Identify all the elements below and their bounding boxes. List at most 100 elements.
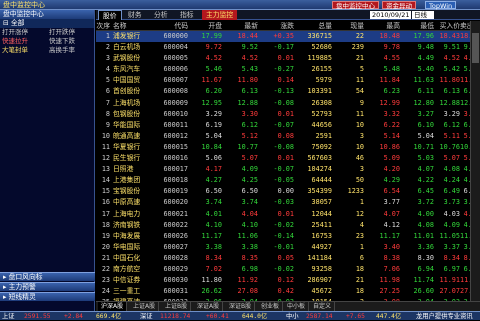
table-cell: 0.42	[277, 287, 294, 296]
table-cell: 18	[355, 287, 364, 296]
table-row[interactable]: 5 中国国贸 600007 11.67 11.80 0.14 5979 11 11.84 11.6…	[96, 75, 480, 86]
column-header[interactable]: 次序	[96, 21, 110, 31]
table-cell: 白云机场	[113, 43, 141, 52]
sidebar-panel-alert[interactable]: ▸ 主力预警	[0, 282, 95, 291]
table-cell: 45672	[311, 287, 332, 296]
table-row[interactable]: 4 东风汽车 600006 5.46 5.43 -0.27 26155 5 5.48 5.40 5.…	[96, 64, 480, 75]
table-row[interactable]: 24 三一重工 600031 26.62 27.08 0.42 45672 18 27.25 26…	[96, 286, 480, 297]
table-cell: 354399	[307, 187, 332, 196]
table-row[interactable]: 11 华夏银行 600015 10.84 10.77 -0.08 75092 10 10.86 1…	[96, 142, 480, 153]
table-row[interactable]: 20 华电国际 600027 3.38 3.38 -0.01 44927 1 3.40 3.36 3…	[96, 242, 480, 253]
table-cell: 5.11	[443, 131, 460, 140]
table-row[interactable]: 18 济南钢铁 600022 4.10 4.10 -0.02 25411 4 4.12 4.08 4…	[96, 220, 480, 231]
sidebar-filter-item[interactable]: 快速下跌	[47, 37, 94, 46]
table-row[interactable]: 9 华能国际 600011 6.19 6.12 -0.07 44656 10 6.22 6.10 6…	[96, 120, 480, 131]
tab-analysis[interactable]: 分析	[150, 10, 172, 20]
column-header[interactable]: 最高	[366, 21, 400, 31]
table-row[interactable]: 13 日照港 600017 4.17 4.09 -0.07 104274 3 4.20 4.07 4…	[96, 164, 480, 175]
tab-price[interactable]: 股价	[98, 10, 122, 20]
table-cell: 中信证券	[113, 276, 141, 285]
table-row[interactable]: 21 中国石化 600028 8.34 8.35 0.05 141184 6 8.38 8.30 8…	[96, 253, 480, 264]
table-cell: 54	[355, 87, 364, 96]
column-header[interactable]: 总量	[296, 21, 332, 31]
table-cell: 600009	[163, 98, 188, 107]
table-cell: 11.01	[413, 231, 434, 240]
sidebar-filter-item[interactable]: 快速拉升	[0, 37, 47, 46]
table-cell: 18.48	[379, 32, 400, 40]
table-cell: 6.97	[443, 264, 460, 273]
column-header[interactable]: 最新	[226, 21, 258, 31]
table-cell: 3.36	[417, 242, 434, 251]
sidebar-panel-short[interactable]: ▸ 短线精灵	[0, 292, 95, 301]
table-cell: -0.07	[273, 120, 294, 129]
table-row[interactable]: 2 白云机场 600004 9.72 9.52 -0.17 52686 239 9.78 9.48…	[96, 42, 480, 53]
table-cell: 10	[355, 142, 364, 151]
column-header[interactable]: 开盘	[190, 21, 222, 31]
column-header[interactable]: 现量	[334, 21, 364, 31]
table-cell: 11.05	[439, 231, 460, 240]
table-cell: 52686	[311, 43, 332, 52]
table-cell: 11.74	[413, 276, 434, 285]
table-cell: 600031	[163, 287, 188, 296]
table-cell: 4.03	[443, 209, 460, 218]
table-row[interactable]: 10 皖通高速 600012 5.04 5.12 0.08 2591 3 5.14 5.04 5.1…	[96, 131, 480, 142]
table-cell: 44656	[311, 120, 332, 129]
table-cell: 日照港	[113, 165, 134, 174]
table-cell: 600021	[163, 209, 188, 218]
table-cell: 336715	[307, 32, 332, 40]
column-header[interactable]: 代码	[160, 21, 188, 31]
table-row[interactable]: 12 民生银行 600016 5.06 5.07 0.01 567603 46 5.09 5.03…	[96, 153, 480, 164]
scroll-thumb[interactable]	[472, 33, 479, 63]
table-cell: 9	[359, 98, 364, 107]
table-cell: 17.96	[413, 32, 434, 40]
column-header[interactable]: 买入价	[432, 21, 460, 31]
table-row[interactable]: 17 上海电力 600021 4.01 4.04 0.01 12044 12 4.07 4.00 4…	[96, 209, 480, 220]
sidebar-title: 盘中监控中心	[0, 10, 94, 19]
table-row[interactable]: 3 武钢股份 600005 4.52 4.52 0.01 119885 21 4.55 4.49 4…	[96, 53, 480, 64]
date-display[interactable]: 2010/09/21	[370, 11, 412, 19]
table-row[interactable]: 7 上海机场 600009 12.95 12.88 -0.08 26308 9 12.99 12.…	[96, 98, 480, 109]
table-row[interactable]: 6 首创股份 600008 6.20 6.13 -0.13 103391 54 6.23 6.11…	[96, 86, 480, 97]
table-cell: 10.76	[439, 142, 460, 151]
table-cell: 6.49	[443, 187, 460, 196]
fund-alert-button[interactable]: 资金异动	[382, 1, 416, 10]
tab-indicator[interactable]: 指标	[176, 10, 198, 20]
monitor-center-button[interactable]: 盘中监控中心	[332, 1, 379, 10]
column-header[interactable]: 名称	[113, 21, 157, 31]
sidebar-filter-item[interactable]: 高换手率	[47, 46, 94, 55]
table-row[interactable]: 19 中海发展 600026 11.17 11.06 -0.14 16753 23 11.17 1…	[96, 231, 480, 242]
table-row[interactable]: 22 南方航空 600029 7.02 6.98 -0.02 93258 18 7.06 6.94…	[96, 264, 480, 275]
table-row[interactable]: 23 中信证券 600030 11.80 11.92 0.12 286907 21 11.98 1…	[96, 275, 480, 286]
table-cell: 10.77	[237, 142, 258, 151]
vertical-scrollbar[interactable]	[470, 21, 480, 301]
table-row[interactable]: 16 中原高速 600020 3.74 3.74 -0.03 38057 1 3.77 3.72 3…	[96, 197, 480, 208]
table-row[interactable]: 1 浦发银行 600000 17.99 18.44 +0.35 336715 22 18.48 1…	[96, 31, 480, 43]
sidebar-filter-item[interactable]: 打开跌停	[47, 28, 94, 37]
tab-finance[interactable]: 财务	[124, 10, 146, 20]
tab-main-monitor[interactable]: 主力监控	[202, 10, 238, 20]
table-cell: 4.22	[417, 176, 434, 185]
table-row[interactable]: 8 包钢股份 600010 3.29 3.30 0.01 52793 11 3.32 3.27 3.…	[96, 109, 480, 120]
column-header[interactable]: 涨跌	[260, 21, 294, 31]
table-cell: 5979	[315, 76, 332, 85]
table-cell: 上港集团	[113, 176, 141, 185]
topwin-button[interactable]: TopWin	[425, 1, 457, 10]
table-row[interactable]: 15 宝钢股份 600019 6.50 6.50 0.00 354399 1233 6.54 6.…	[96, 186, 480, 197]
table-cell: 4.00	[417, 209, 434, 218]
table-cell: 6.23	[383, 87, 400, 96]
table-cell: 3.38	[241, 242, 258, 251]
sidebar-panel-wind[interactable]: ▸ 盘口风向标	[0, 272, 95, 281]
table-cell: 包钢股份	[113, 109, 141, 118]
table-cell: 12.88	[237, 98, 258, 107]
table-cell: 8.30	[417, 253, 434, 262]
sidebar-filter-item[interactable]: 大笔封单	[0, 46, 47, 55]
table-cell: 6.98	[241, 264, 258, 273]
column-header[interactable]: 最低	[400, 21, 434, 31]
table-row[interactable]: 14 上港集团 600018 4.27 4.25 -0.05 64444 50 4.29 4.22…	[96, 175, 480, 186]
table-cell: 4.20	[383, 165, 400, 174]
sidebar-all[interactable]: ⊟ 全部	[0, 19, 94, 28]
period-select[interactable]: 日线	[412, 11, 434, 19]
table-cell: 中国国贸	[113, 76, 141, 85]
sidebar-filter-item[interactable]: 打开涨停	[0, 28, 47, 37]
table-cell: -0.07	[273, 165, 294, 174]
